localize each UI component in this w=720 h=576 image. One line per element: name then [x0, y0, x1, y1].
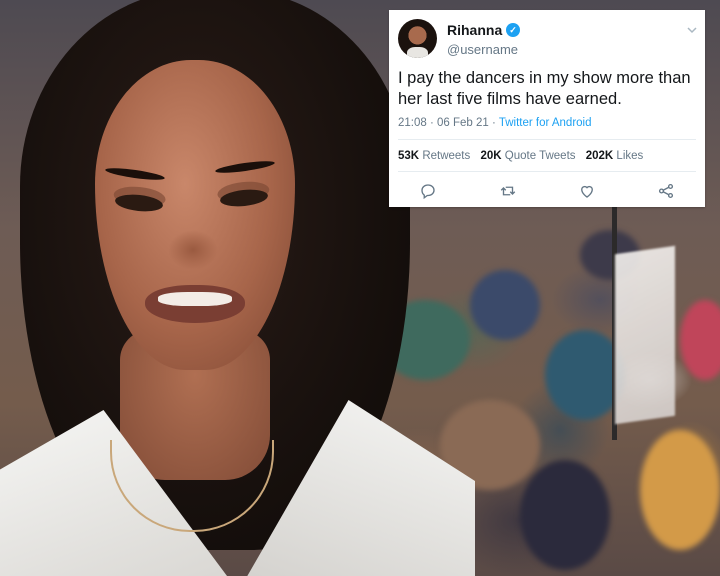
crowd-figure	[680, 300, 720, 380]
tweet-time[interactable]: 21:08 · 06 Feb 21 ·	[398, 117, 499, 129]
like-icon[interactable]	[578, 182, 596, 200]
tweet-stats: 53K Retweets 20K Quote Tweets 202K Likes	[398, 150, 650, 162]
verified-icon: ✓	[506, 23, 520, 37]
crowd-figure	[470, 270, 540, 340]
nose	[168, 230, 218, 270]
likes-count: 202K	[585, 150, 614, 162]
reply-icon[interactable]	[419, 182, 437, 200]
divider	[398, 171, 696, 172]
display-name[interactable]: Rihanna	[447, 22, 502, 38]
likes-stat[interactable]: 202K Likes	[586, 150, 644, 162]
avatar[interactable]	[398, 19, 437, 58]
retweet-icon[interactable]	[499, 182, 517, 200]
tweet-timestamp: 21:08 · 06 Feb 21 · Twitter for Android	[398, 117, 592, 129]
quote-tweets-count: 20K	[480, 150, 502, 162]
crowd-figure	[520, 460, 610, 570]
retweets-count: 53K	[398, 150, 420, 162]
retweets-label: Retweets	[422, 150, 471, 162]
crowd-figure	[640, 430, 720, 550]
share-icon[interactable]	[657, 182, 675, 200]
quote-tweets-stat[interactable]: 20K Quote Tweets	[480, 150, 575, 162]
tweet-card: Rihanna ✓ @username I pay the dancers in…	[389, 10, 705, 207]
chevron-down-icon[interactable]	[686, 23, 698, 35]
quote-tweets-label: Quote Tweets	[504, 150, 576, 162]
divider	[398, 139, 696, 140]
tweet-source[interactable]: Twitter for Android	[499, 117, 592, 129]
flag	[615, 245, 675, 425]
username-handle[interactable]: @username	[447, 42, 518, 57]
smile	[158, 292, 232, 306]
likes-label: Likes	[616, 150, 644, 162]
retweets-stat[interactable]: 53K Retweets	[398, 150, 470, 162]
tweet-text: I pay the dancers in my show more than h…	[398, 69, 691, 108]
